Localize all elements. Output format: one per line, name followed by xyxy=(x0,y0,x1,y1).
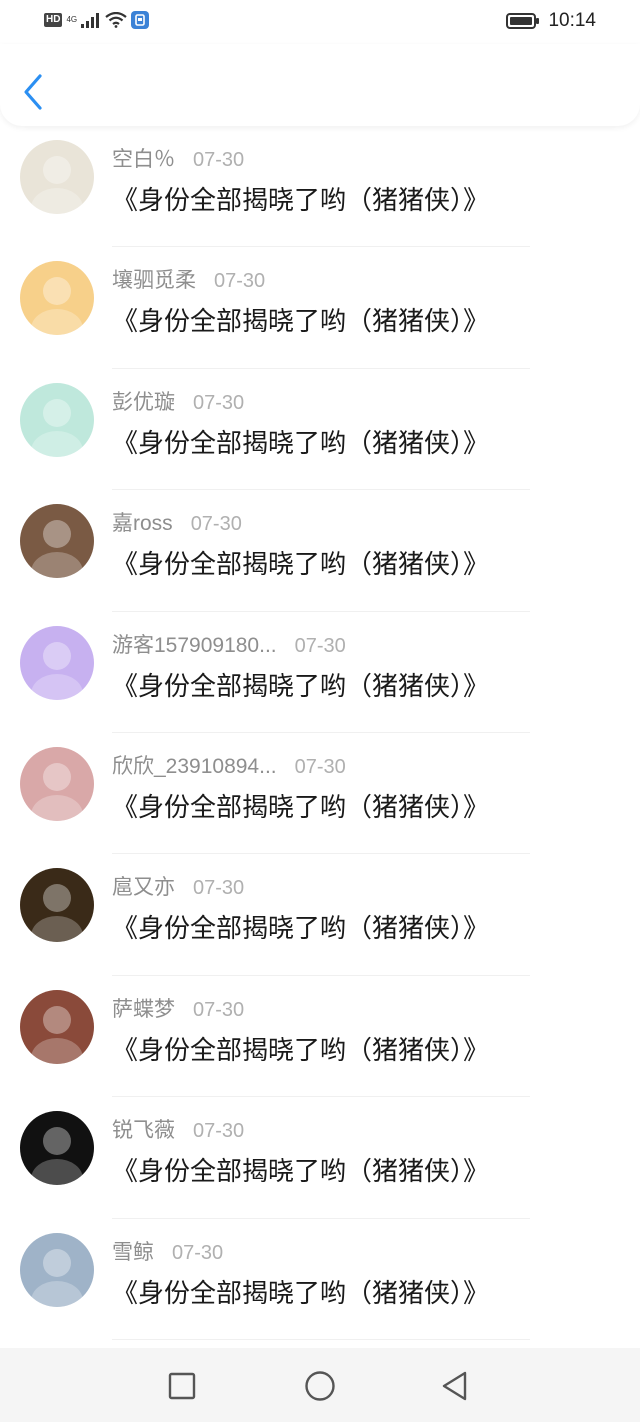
clock: 10:14 xyxy=(548,10,596,31)
item-title[interactable]: 《身份全部揭晓了哟（猪猪侠）》 xyxy=(112,666,489,703)
hd-icon: HD xyxy=(44,13,63,27)
item-title[interactable]: 《身份全部揭晓了哟（猪猪侠）》 xyxy=(112,908,489,945)
list-item[interactable]: 游客157909180... 07-30 《身份全部揭晓了哟（猪猪侠）》 xyxy=(0,612,640,733)
status-bar: HD 4G 10:14 xyxy=(0,0,640,44)
item-title[interactable]: 《身份全部揭晓了哟（猪猪侠）》 xyxy=(112,1151,489,1188)
list-item[interactable]: 萨蝶梦 07-30 《身份全部揭晓了哟（猪猪侠）》 xyxy=(0,976,640,1098)
username[interactable]: 嘉ross xyxy=(112,507,173,537)
post-date: 07-30 xyxy=(193,877,245,900)
post-date: 07-30 xyxy=(172,1241,224,1264)
post-date: 07-30 xyxy=(193,149,245,171)
signal-icon xyxy=(81,13,100,28)
item-title[interactable]: 《身份全部揭晓了哟（猪猪侠）》 xyxy=(112,423,489,460)
item-title[interactable]: 《身份全部揭晓了哟（猪猪侠）》 xyxy=(112,180,489,217)
username[interactable]: 萨蝶梦 xyxy=(112,993,175,1023)
notification-app-icon xyxy=(131,11,150,29)
avatar[interactable] xyxy=(20,989,94,1064)
item-title[interactable]: 《身份全部揭晓了哟（猪猪侠）》 xyxy=(112,1030,489,1067)
username[interactable]: 欣欣_23910894... xyxy=(112,750,277,780)
avatar[interactable] xyxy=(20,140,94,214)
username[interactable]: 壤驷觅柔 xyxy=(112,264,196,294)
chevron-left-icon xyxy=(24,74,42,110)
post-date: 07-30 xyxy=(190,513,242,536)
post-date: 07-30 xyxy=(193,1120,245,1143)
home-icon xyxy=(305,1371,335,1401)
item-meta: 游客157909180... 07-30 xyxy=(112,629,346,659)
system-nav-bar xyxy=(0,1348,640,1422)
avatar[interactable] xyxy=(20,261,94,336)
item-meta: 嘉ross 07-30 xyxy=(112,507,242,537)
avatar[interactable] xyxy=(20,1232,94,1307)
post-date: 07-30 xyxy=(294,755,346,778)
divider xyxy=(112,1338,530,1340)
username[interactable]: 彭优璇 xyxy=(112,386,175,416)
avatar[interactable] xyxy=(20,625,94,700)
avatar[interactable] xyxy=(20,868,94,943)
avatar[interactable] xyxy=(20,504,94,579)
status-left: HD 4G xyxy=(44,11,150,29)
status-right: 10:14 xyxy=(506,10,596,32)
item-meta: 锐飞薇 07-30 xyxy=(112,1114,244,1144)
username[interactable]: 雪鲸 xyxy=(112,1236,154,1266)
list-item[interactable]: 雪鲸 07-30 《身份全部揭晓了哟（猪猪侠）》 xyxy=(0,1219,640,1340)
avatar[interactable] xyxy=(20,746,94,821)
battery-icon xyxy=(506,13,540,29)
item-meta: 彭优璇 07-30 xyxy=(112,386,244,416)
item-title[interactable]: 《身份全部揭晓了哟（猪猪侠）》 xyxy=(112,1273,489,1310)
username[interactable]: 空白％ xyxy=(112,143,175,173)
post-date: 07-30 xyxy=(193,998,245,1021)
recent-apps-icon xyxy=(168,1372,196,1400)
home-button[interactable] xyxy=(302,1368,338,1404)
item-meta: 空白％ 07-30 xyxy=(112,143,244,173)
item-meta: 欣欣_23910894... 07-30 xyxy=(112,750,346,780)
username[interactable]: 锐飞薇 xyxy=(112,1114,175,1144)
back-nav-button[interactable] xyxy=(437,1368,473,1404)
post-date: 07-30 xyxy=(294,634,346,657)
header xyxy=(0,44,640,126)
item-meta: 萨蝶梦 07-30 xyxy=(112,993,244,1023)
avatar[interactable] xyxy=(20,382,94,457)
list-item[interactable]: 扈又亦 07-30 《身份全部揭晓了哟（猪猪侠）》 xyxy=(0,854,640,976)
item-meta: 壤驷觅柔 07-30 xyxy=(112,264,265,294)
list-item[interactable]: 嘉ross 07-30 《身份全部揭晓了哟（猪猪侠）》 xyxy=(0,490,640,612)
list-item[interactable]: 彭优璇 07-30 《身份全部揭晓了哟（猪猪侠）》 xyxy=(0,369,640,491)
list-item[interactable]: 壤驷觅柔 07-30 《身份全部揭晓了哟（猪猪侠）》 xyxy=(0,247,640,369)
post-date: 07-30 xyxy=(193,391,245,414)
recent-apps-button[interactable] xyxy=(164,1368,200,1404)
item-title[interactable]: 《身份全部揭晓了哟（猪猪侠）》 xyxy=(112,787,489,824)
avatar[interactable] xyxy=(20,1111,94,1186)
item-meta: 雪鲸 07-30 xyxy=(112,1236,223,1266)
comment-list: 空白％ 07-30 《身份全部揭晓了哟（猪猪侠）》 壤驷觅柔 07-30 《身份全部揭晓了… xyxy=(0,126,640,1348)
network-type-label: 4G xyxy=(66,15,78,24)
list-item[interactable]: 锐飞薇 07-30 《身份全部揭晓了哟（猪猪侠）》 xyxy=(0,1097,640,1219)
list-item[interactable]: 空白％ 07-30 《身份全部揭晓了哟（猪猪侠）》 xyxy=(0,126,640,248)
list-item[interactable]: 欣欣_23910894... 07-30 《身份全部揭晓了哟（猪猪侠）》 xyxy=(0,733,640,855)
post-date: 07-30 xyxy=(214,270,266,293)
back-triangle-icon xyxy=(442,1371,467,1401)
back-button[interactable] xyxy=(18,72,48,112)
wifi-icon xyxy=(105,12,127,28)
item-title[interactable]: 《身份全部揭晓了哟（猪猪侠）》 xyxy=(112,301,489,338)
item-title[interactable]: 《身份全部揭晓了哟（猪猪侠）》 xyxy=(112,544,489,581)
username[interactable]: 游客157909180... xyxy=(112,629,277,659)
username[interactable]: 扈又亦 xyxy=(112,871,175,901)
item-meta: 扈又亦 07-30 xyxy=(112,871,244,901)
